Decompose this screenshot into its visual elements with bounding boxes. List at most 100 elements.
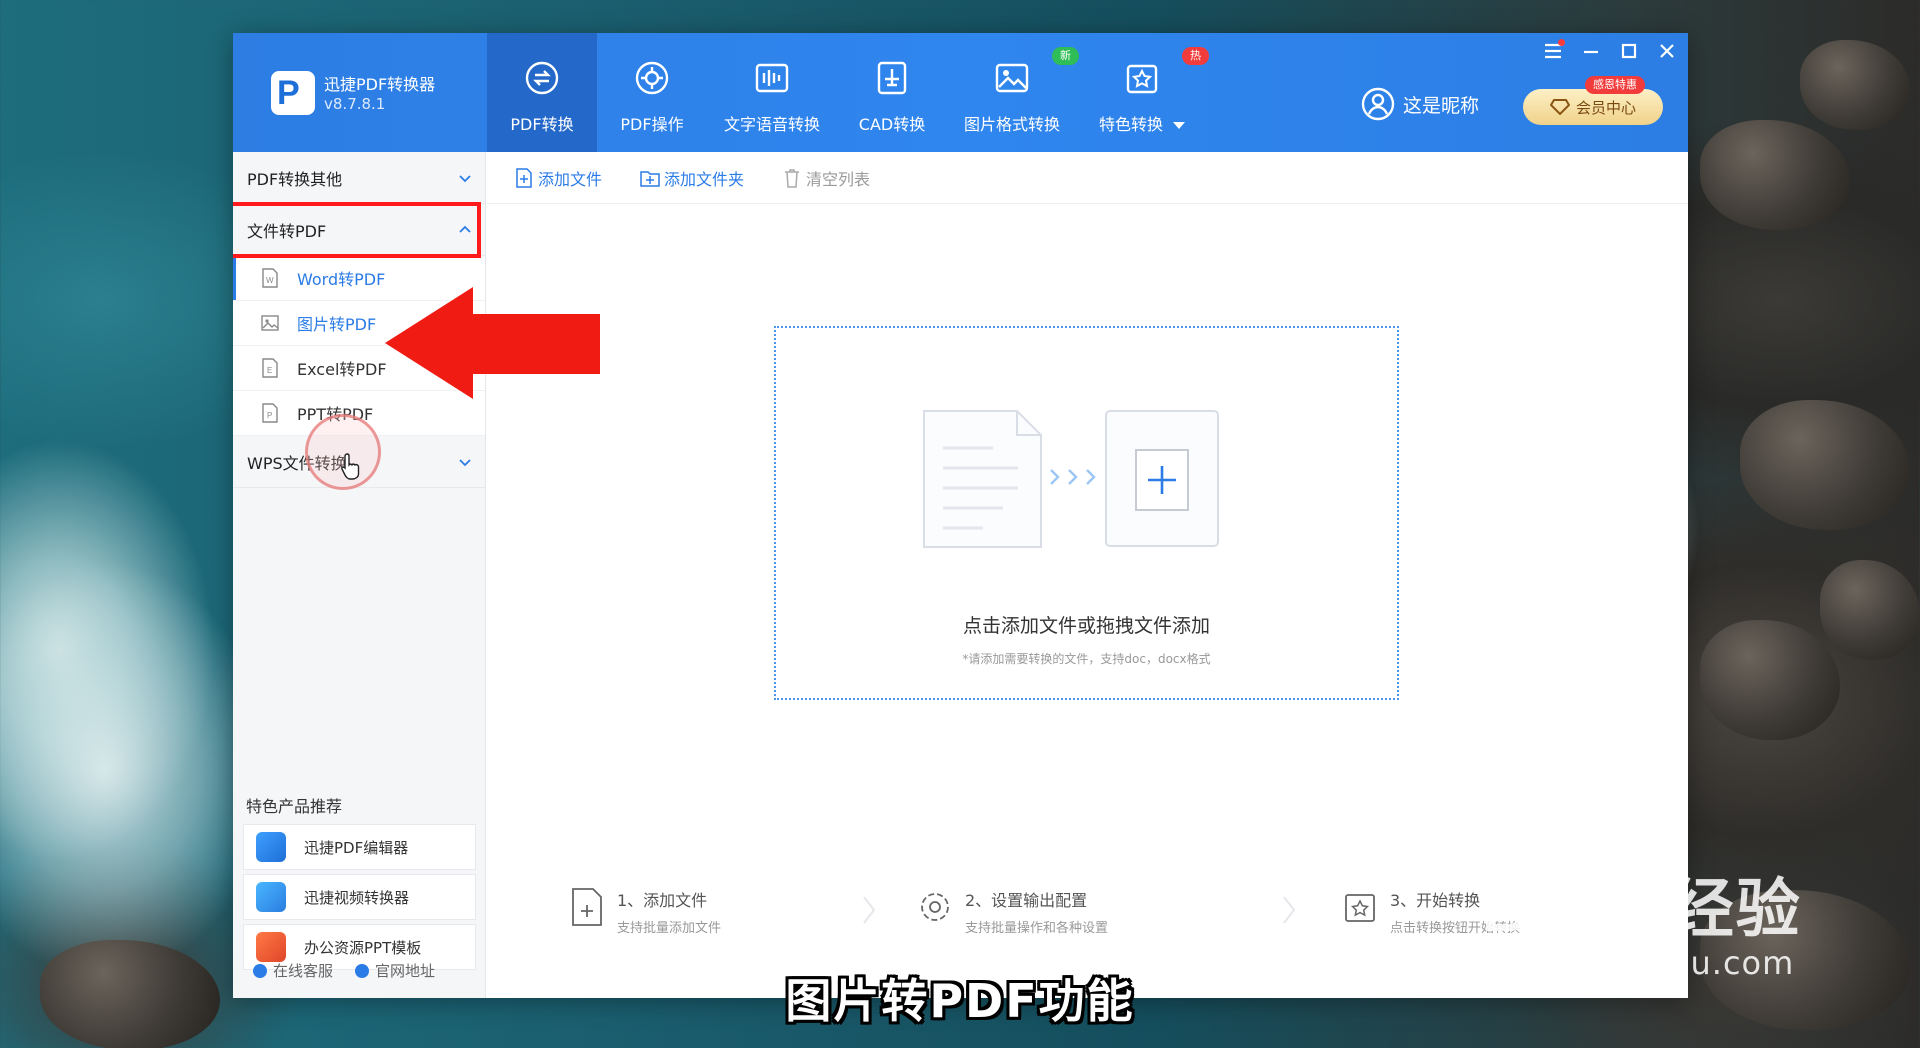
gear-icon xyxy=(921,893,949,921)
clear-list-button[interactable]: 清空列表 xyxy=(782,166,870,190)
watermark-main: Baidu经验 xyxy=(1482,873,1802,945)
rock xyxy=(1700,620,1840,740)
svg-text:P: P xyxy=(267,411,272,420)
svg-text:E: E xyxy=(267,366,272,375)
step-title: 2、设置输出配置 xyxy=(965,891,1088,910)
baidu-watermark: Baidu经验 jingyan.baidu.com xyxy=(1482,858,1802,982)
rock xyxy=(1700,120,1850,230)
close-icon xyxy=(1660,44,1674,58)
trash-icon xyxy=(785,168,800,188)
sidebar-item-label: Excel转PDF xyxy=(297,360,387,379)
pdf-operate-icon xyxy=(635,61,669,95)
excel-file-icon: E xyxy=(262,358,278,378)
diamond-icon xyxy=(1549,99,1570,115)
pdf-convert-icon xyxy=(525,61,559,95)
top-nav: PDF转换 PDF操作 文字语音转换 CAD转换 图片格式转换 新 特色转换 热 xyxy=(487,33,1209,152)
vip-center-button[interactable]: 会员中心 xyxy=(1523,89,1663,125)
chevron-right-icon xyxy=(1283,896,1296,924)
featured-label: 迅捷PDF编辑器 xyxy=(304,838,409,857)
rock xyxy=(1820,560,1920,660)
title-bar: P 迅捷PDF转换器 v8.7.8.1 PDF转换 PDF操作 文字语音转换 C… xyxy=(233,33,1688,152)
add-folder-button[interactable]: 添加文件夹 xyxy=(640,166,744,190)
tab-pdf-convert[interactable]: PDF转换 xyxy=(487,33,597,152)
step-add-file: 1、添加文件支持批量添加文件 xyxy=(569,887,721,936)
step-title: 1、添加文件 xyxy=(617,891,708,910)
maximize-icon xyxy=(1621,43,1637,59)
menu-button[interactable] xyxy=(1541,39,1565,63)
wave-foam xyxy=(0,560,270,980)
tab-label: PDF转换 xyxy=(510,115,574,134)
sidebar-group-pdf-to-other[interactable]: PDF转换其他 xyxy=(233,152,485,204)
sidebar: PDF转换其他 文件转PDF W Word转PDF 图片转PDF E Excel… xyxy=(233,152,486,998)
window-controls xyxy=(1541,39,1679,63)
drop-zone-hint: *请添加需要转换的文件，支持doc，docx格式 xyxy=(962,652,1211,666)
tab-special-convert[interactable]: 特色转换 热 xyxy=(1077,33,1209,152)
add-file-button[interactable]: 添加文件 xyxy=(514,166,602,190)
cad-icon xyxy=(877,61,907,95)
drop-zone-text: 点击添加文件或拖拽文件添加 xyxy=(962,615,1210,637)
close-button[interactable] xyxy=(1655,39,1679,63)
rock xyxy=(1800,40,1910,130)
chevron-down-icon xyxy=(459,458,471,466)
sidebar-group-label: PDF转换其他 xyxy=(247,169,343,189)
app-logo: P xyxy=(271,71,315,115)
watermark-url: jingyan.baidu.com xyxy=(1482,944,1795,982)
tab-image-format[interactable]: 图片格式转换 新 xyxy=(947,33,1079,152)
minimize-icon xyxy=(1584,50,1598,54)
add-folder-label: 添加文件夹 xyxy=(664,169,745,189)
star-convert-icon xyxy=(1126,64,1158,94)
user-avatar-icon xyxy=(1361,87,1395,121)
hot-badge: 热 xyxy=(1182,47,1209,65)
toolbar: 添加文件 添加文件夹 清空列表 xyxy=(487,152,1688,204)
vip-promo-tag: 感恩特惠 xyxy=(1585,76,1645,94)
svg-text:W: W xyxy=(266,276,274,285)
minimize-button[interactable] xyxy=(1579,39,1603,63)
step-desc: 支持批量操作和各种设置 xyxy=(965,921,1109,936)
file-drop-zone[interactable]: 点击添加文件或拖拽文件添加 *请添加需要转换的文件，支持doc，docx格式 xyxy=(774,326,1399,700)
ppt-template-logo-icon xyxy=(256,932,286,962)
image-icon xyxy=(995,63,1029,93)
featured-pdf-editor[interactable]: 迅捷PDF编辑器 xyxy=(243,824,476,870)
clear-list-label: 清空列表 xyxy=(806,169,871,189)
pdf-editor-logo-icon xyxy=(256,832,286,862)
highlight-box xyxy=(233,202,481,258)
tab-cad-convert[interactable]: CAD转换 xyxy=(837,33,947,152)
rock xyxy=(1740,400,1910,530)
notification-dot xyxy=(1558,39,1565,46)
featured-label: 办公资源PPT模板 xyxy=(304,938,422,957)
image-file-icon xyxy=(261,315,279,331)
app-window: P 迅捷PDF转换器 v8.7.8.1 PDF转换 PDF操作 文字语音转换 C… xyxy=(233,33,1688,998)
audio-wave-icon xyxy=(755,63,789,93)
maximize-button[interactable] xyxy=(1617,39,1641,63)
hand-cursor-icon xyxy=(341,453,360,480)
app-version: v8.7.8.1 xyxy=(324,95,386,113)
step-settings: 2、设置输出配置支持批量操作和各种设置 xyxy=(917,887,1108,936)
tab-label: CAD转换 xyxy=(858,115,926,134)
user-profile[interactable]: 这是昵称 xyxy=(1361,87,1479,121)
convert-star-step-icon xyxy=(1345,894,1375,922)
sidebar-item-label: Word转PDF xyxy=(297,270,386,289)
vip-label: 会员中心 xyxy=(1575,98,1636,117)
tab-label: 文字语音转换 xyxy=(724,115,821,134)
chevron-down-icon xyxy=(459,174,471,182)
featured-label: 迅捷视频转换器 xyxy=(304,888,410,907)
user-nickname: 这是昵称 xyxy=(1403,94,1480,117)
featured-video-converter[interactable]: 迅捷视频转换器 xyxy=(243,874,476,920)
add-file-icon xyxy=(516,167,532,188)
tab-label: PDF操作 xyxy=(620,115,684,134)
add-file-step-icon xyxy=(572,888,602,926)
tab-text-audio[interactable]: 文字语音转换 xyxy=(707,33,837,152)
featured-title: 特色产品推荐 xyxy=(246,797,343,816)
sidebar-item-label: 图片转PDF xyxy=(297,315,377,334)
add-file-label: 添加文件 xyxy=(538,169,603,189)
ppt-file-icon: P xyxy=(262,403,278,423)
caret-down-icon[interactable] xyxy=(1173,122,1185,129)
tab-label: 图片格式转换 xyxy=(964,115,1061,134)
word-file-icon: W xyxy=(262,268,278,288)
tab-pdf-operate[interactable]: PDF操作 xyxy=(597,33,707,152)
app-name: 迅捷PDF转换器 xyxy=(324,75,436,94)
add-folder-icon xyxy=(640,170,660,187)
step-desc: 支持批量添加文件 xyxy=(617,921,722,936)
chevron-right-icon xyxy=(863,896,876,924)
tab-label: 特色转换 xyxy=(1098,115,1163,134)
